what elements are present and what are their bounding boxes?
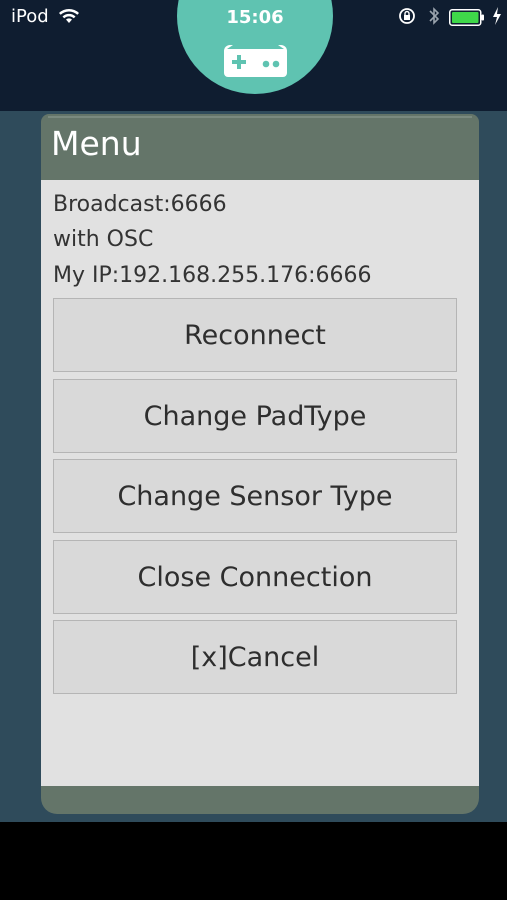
menu-title: Menu [51,124,142,163]
bottom-bar [0,822,507,900]
bluetooth-icon [429,7,440,25]
wifi-icon [59,9,79,23]
protocol-info: with OSC [53,227,154,252]
menu-header-divider [48,116,472,118]
change-pad-type-button[interactable]: Change PadType [53,379,457,453]
gamepad-icon[interactable] [224,45,287,77]
battery-icon [449,9,484,26]
cancel-button[interactable]: [x]Cancel [53,620,457,694]
charging-bolt-icon [493,7,501,25]
change-sensor-type-button[interactable]: Change Sensor Type [53,459,457,533]
clock: 15:06 [226,7,284,28]
broadcast-info: Broadcast:6666 [53,192,227,217]
close-connection-button[interactable]: Close Connection [53,540,457,614]
ip-info: My IP:192.168.255.176:6666 [53,263,372,288]
top-bar: iPod 15:06 [0,0,507,111]
reconnect-button[interactable]: Reconnect [53,298,457,372]
status-bar: iPod 15:06 [0,0,507,36]
battery-level [452,12,479,23]
carrier-label: iPod [11,6,49,27]
menu-footer [41,786,479,814]
rotation-lock-icon [399,8,415,24]
